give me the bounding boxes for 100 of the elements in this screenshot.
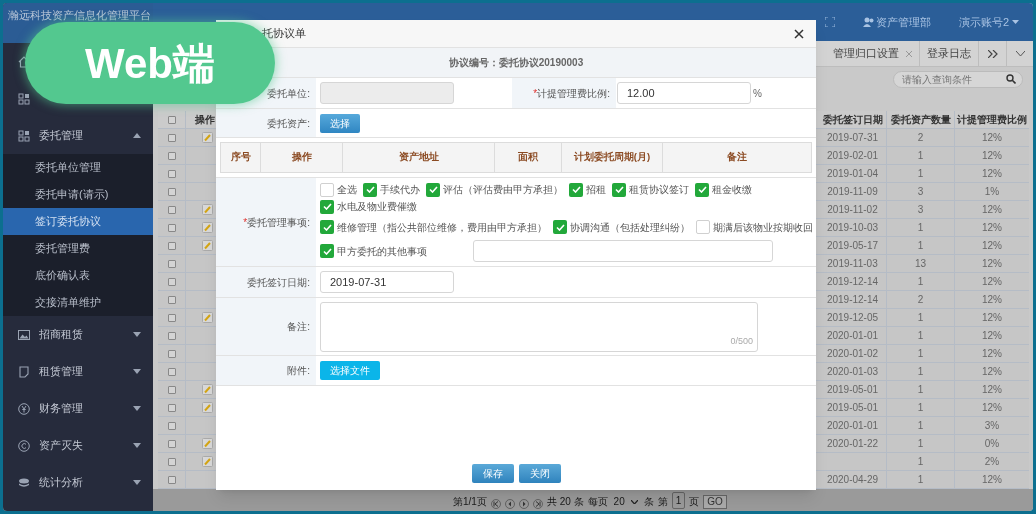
- edit-icon[interactable]: [202, 132, 213, 143]
- table-cell-text: 12%: [981, 473, 1003, 487]
- row-checkbox[interactable]: [167, 115, 176, 124]
- row-checkbox[interactable]: [167, 385, 176, 394]
- edit-icon[interactable]: [202, 456, 213, 467]
- sidebar-submenu-item[interactable]: 委托单位管理: [3, 154, 153, 181]
- sidebar-submenu-item[interactable]: 底价确认表: [3, 262, 153, 289]
- row-checkbox[interactable]: [167, 223, 176, 232]
- circle-icon: [18, 439, 30, 452]
- row-checkbox[interactable]: [167, 295, 176, 304]
- checkbox[interactable]: [320, 182, 334, 197]
- row-checkbox[interactable]: [167, 457, 176, 466]
- table-cell: 2019-05-17: [819, 237, 887, 254]
- sidebar-submenu-item[interactable]: 交接清单维护: [3, 289, 153, 316]
- edit-icon[interactable]: [202, 312, 213, 323]
- checkbox[interactable]: [695, 182, 709, 197]
- column-header: 计划委托周期(月): [573, 150, 651, 165]
- tab[interactable]: 登录日志: [920, 41, 979, 66]
- sidebar-menu-item[interactable]: 招商租赁: [3, 316, 153, 353]
- field-label: 委托签订日期:: [247, 275, 310, 290]
- row-checkbox[interactable]: [167, 421, 176, 430]
- check-icon: [614, 186, 624, 193]
- sidebar-menu-item[interactable]: 委托管理: [3, 117, 153, 154]
- check-icon: [322, 203, 332, 210]
- checkbox-label: 招租: [586, 183, 606, 197]
- edit-icon[interactable]: [202, 222, 213, 233]
- check-icon: [322, 223, 332, 231]
- checkbox[interactable]: [320, 220, 334, 234]
- table-cell-text: 12%: [981, 257, 1003, 271]
- sidebar-submenu-item[interactable]: 委托申请(请示): [3, 181, 153, 208]
- row-checkbox[interactable]: [167, 259, 176, 268]
- checkbox[interactable]: [363, 182, 377, 197]
- field-label: 委托资产:: [267, 116, 310, 131]
- table-cell-text: 12%: [981, 293, 1003, 307]
- edit-icon[interactable]: [202, 402, 213, 413]
- row-checkbox[interactable]: [167, 439, 176, 448]
- row-checkbox[interactable]: [167, 367, 176, 376]
- checkbox[interactable]: [553, 220, 567, 234]
- table-cell: 1: [887, 399, 955, 416]
- prev-page-icon[interactable]: [504, 499, 515, 509]
- row-checkbox[interactable]: [167, 151, 176, 160]
- check-icon: [365, 186, 375, 193]
- close-button[interactable]: [792, 26, 806, 41]
- checkbox-label: 全选: [337, 183, 357, 197]
- row-checkbox[interactable]: [167, 349, 176, 358]
- checkbox[interactable]: [426, 182, 440, 197]
- row-checkbox[interactable]: [167, 313, 176, 322]
- row-checkbox[interactable]: [167, 169, 176, 178]
- next-page-icon[interactable]: [518, 499, 529, 509]
- sidebar-submenu-item[interactable]: 委托管理费: [3, 235, 153, 262]
- row-checkbox[interactable]: [167, 205, 176, 214]
- row-checkbox[interactable]: [167, 475, 176, 484]
- sidebar-menu-item[interactable]: 统计分析: [3, 464, 153, 501]
- checkbox[interactable]: [320, 199, 334, 214]
- sidebar-menu-item[interactable]: 租赁管理: [3, 353, 153, 390]
- tab[interactable]: 管理归口设置: [826, 41, 920, 66]
- row-checkbox[interactable]: [167, 331, 176, 340]
- row-checkbox[interactable]: [167, 403, 176, 412]
- page-input[interactable]: 1: [671, 492, 686, 509]
- checkbox[interactable]: [320, 244, 334, 258]
- first-page-icon[interactable]: [490, 499, 501, 509]
- app-title: 瀚远科技资产信息化管理平台: [8, 8, 151, 23]
- sidebar-menu-item[interactable]: 财务管理: [3, 390, 153, 427]
- table-cell: 2020-04-29: [819, 471, 887, 488]
- edit-icon[interactable]: [202, 204, 213, 215]
- sidebar-submenu-item[interactable]: 签订委托协议: [3, 208, 153, 235]
- dialog-title: 托协议单: [262, 26, 306, 42]
- table-cell-text: 12%: [981, 329, 1003, 343]
- edit-icon[interactable]: [202, 438, 213, 449]
- search-icon: [1006, 74, 1016, 84]
- checkbox[interactable]: [696, 220, 710, 234]
- table-cell-text: 12%: [981, 167, 1003, 181]
- account-menu[interactable]: 演示账号2: [958, 13, 1019, 31]
- table-cell-text: 12%: [981, 239, 1003, 253]
- agreement-number: 协议编号：委托协议20190003: [448, 56, 584, 70]
- table-cell: 13: [887, 255, 955, 272]
- edit-icon[interactable]: [202, 240, 213, 251]
- checkbox-label: 评估（评估费由甲方承担）: [443, 183, 563, 197]
- page-size-select[interactable]: 20: [611, 494, 640, 509]
- row-checkbox[interactable]: [167, 187, 176, 196]
- close-icon: [794, 28, 804, 39]
- checkbox[interactable]: [612, 182, 626, 197]
- check-icon: [428, 186, 438, 193]
- field-label: *委托管理事项:: [243, 215, 310, 230]
- other-matters-field[interactable]: [473, 240, 773, 262]
- fee-ratio-field[interactable]: 12.00: [617, 82, 751, 104]
- sidebar-menu-item[interactable]: 资产灭失: [3, 427, 153, 464]
- edit-icon[interactable]: [202, 384, 213, 395]
- checkbox[interactable]: [569, 182, 583, 197]
- table-cell: 1: [887, 435, 955, 452]
- date-field[interactable]: 2019-07-31: [320, 271, 454, 293]
- department-label: 资产管理部: [875, 14, 931, 30]
- go-button[interactable]: GO: [703, 495, 727, 509]
- column-header: 操作: [194, 113, 216, 127]
- table-cell: 1: [887, 219, 955, 236]
- row-checkbox[interactable]: [167, 277, 176, 286]
- row-checkbox[interactable]: [167, 133, 176, 142]
- double-chevron-icon: [987, 49, 998, 58]
- last-page-icon[interactable]: [532, 499, 543, 509]
- row-checkbox[interactable]: [167, 241, 176, 250]
